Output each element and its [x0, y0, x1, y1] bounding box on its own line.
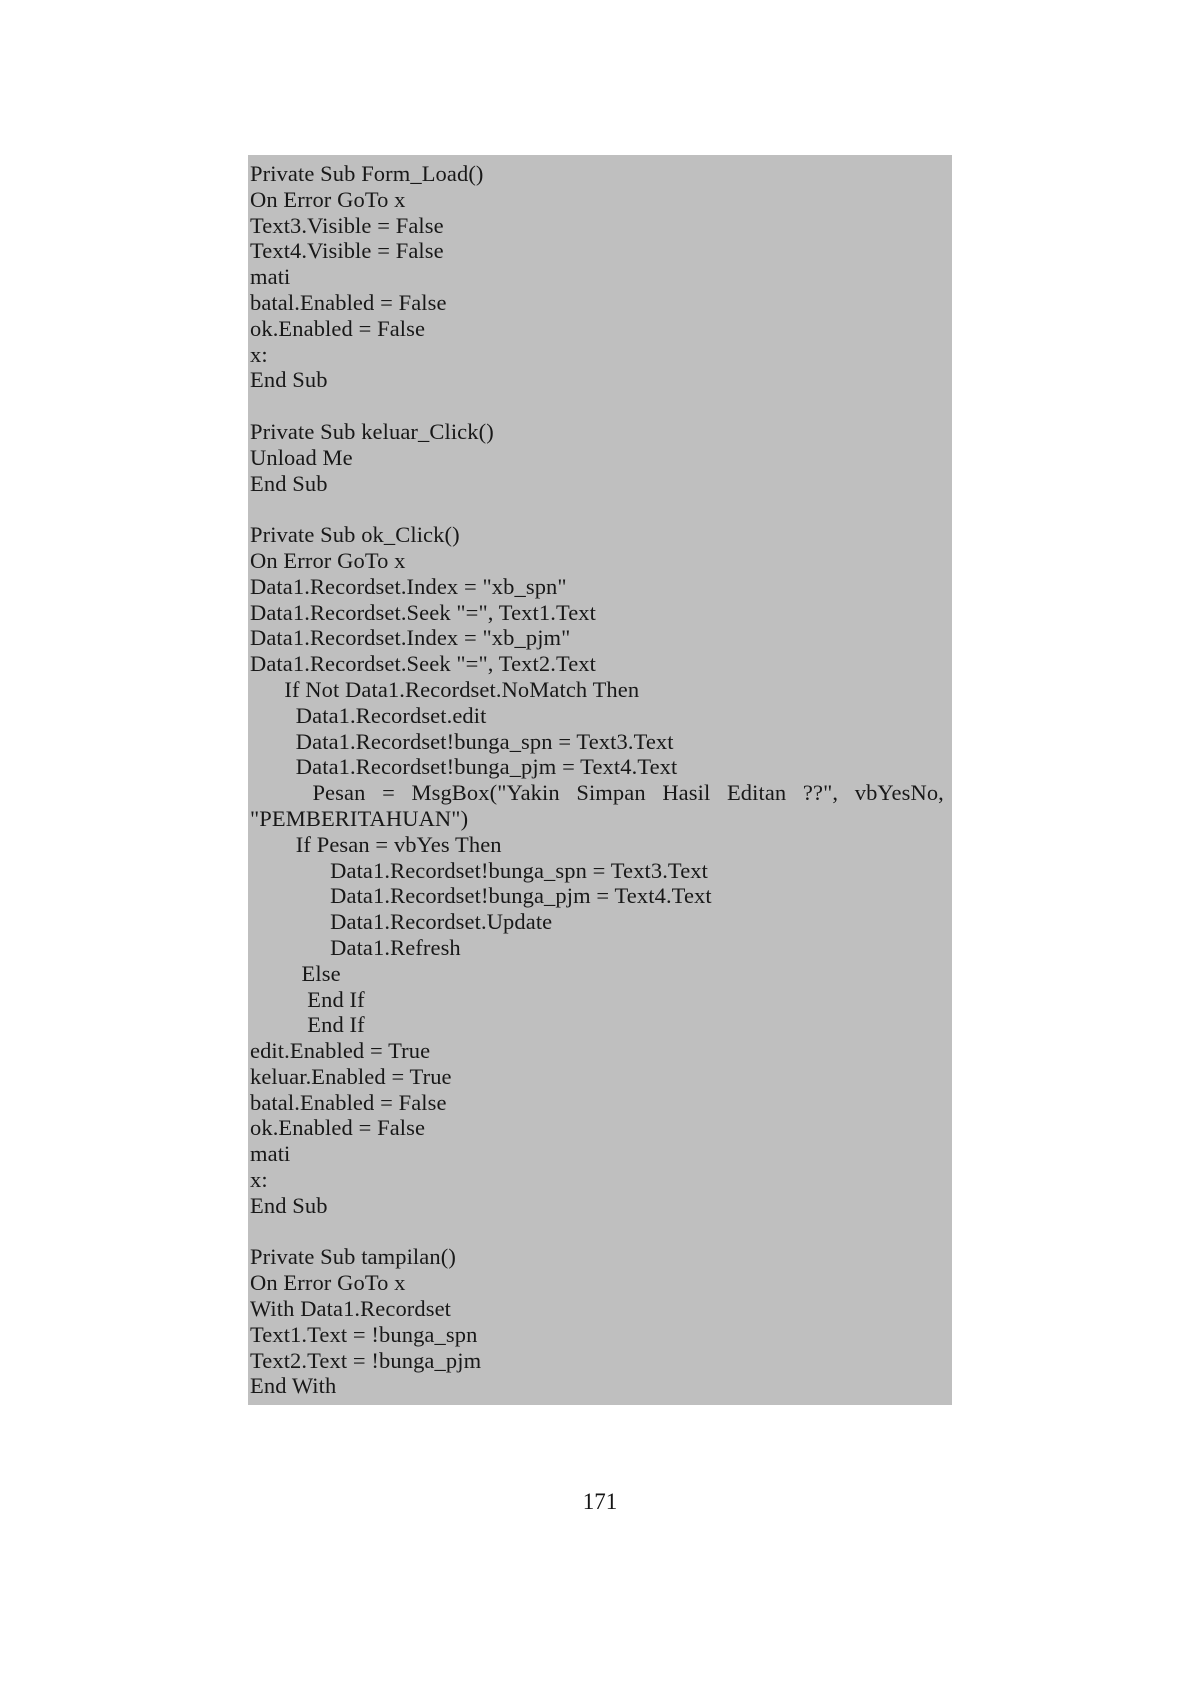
code-line: Private Sub tampilan() [250, 1244, 456, 1270]
code-line-indent [250, 780, 296, 806]
code-word: = [382, 780, 395, 806]
code-line: Data1.Recordset!bunga_spn = Text3.Text [250, 728, 674, 754]
code-line: End With [250, 1373, 337, 1399]
code-line: Text4.Visible = False [250, 238, 444, 264]
code-line: x: [250, 1167, 268, 1193]
code-line: If Pesan = vbYes Then [250, 831, 502, 857]
code-line: keluar.Enabled = True [250, 1063, 452, 1089]
code-line: Data1.Recordset!bunga_pjm = Text4.Text [250, 883, 712, 909]
code-line: Data1.Recordset!bunga_pjm = Text4.Text [250, 754, 678, 780]
code-line: On Error GoTo x [250, 186, 406, 212]
code-line: Data1.Recordset.Index = "xb_pjm" [250, 625, 571, 651]
code-line: Private Sub ok_Click() [250, 522, 460, 548]
document-page: Private Sub Form_Load() On Error GoTo x Te… [0, 0, 1200, 1697]
code-line: x: [250, 341, 268, 367]
code-line: On Error GoTo x [250, 1270, 406, 1296]
code-line: End Sub [250, 367, 328, 393]
code-line: Data1.Recordset!bunga_spn = Text3.Text [250, 857, 708, 883]
code-line: Pesan = MsgBox("Yakin Simpan Hasil Editan ??",… [248, 780, 948, 806]
code-line: Data1.Recordset.Seek "=", Text1.Text [250, 599, 596, 625]
code-line: Text2.Text = !bunga_pjm [250, 1347, 482, 1373]
code-word: Pesan [312, 780, 366, 806]
code-word: Hasil [662, 780, 711, 806]
code-line: Data1.Recordset.Update [250, 909, 553, 935]
code-line: End If [250, 986, 365, 1012]
code-line: Data1.Recordset.edit [250, 702, 487, 728]
code-line: ok.Enabled = False [250, 1115, 426, 1141]
code-line: Text3.Visible = False [250, 212, 444, 238]
code-word: Simpan [576, 780, 646, 806]
code-line: Text1.Text = !bunga_spn [250, 1321, 478, 1347]
code-word: Editan [726, 780, 787, 806]
code-line: Private Sub Form_Load() [250, 161, 484, 186]
code-line: edit.Enabled = True [250, 1038, 431, 1064]
code-line: Private Sub keluar_Click() [250, 418, 494, 444]
code-line: "PEMBERITAHUAN") [250, 805, 469, 831]
code-line: batal.Enabled = False [250, 1089, 447, 1115]
code-word: vbYesNo, [854, 780, 944, 806]
code-line: Else [250, 960, 341, 986]
code-line: End Sub [250, 470, 328, 496]
code-line: mati [250, 264, 291, 290]
code-line: End Sub [250, 1192, 328, 1218]
highlighted-code-block: Private Sub Form_Load() On Error GoTo x Te… [248, 155, 952, 1406]
page-number: 171 [582, 1489, 618, 1514]
code-lines-container: Private Sub Form_Load() On Error GoTo x Te… [248, 155, 952, 1405]
code-word: MsgBox("Yakin [411, 780, 560, 806]
code-line: If Not Data1.Recordset.NoMatch Then [250, 676, 640, 702]
code-line: Data1.Recordset.Seek "=", Text2.Text [250, 651, 596, 677]
code-word: ??", [802, 780, 839, 806]
code-line: mati [250, 1141, 291, 1167]
code-line: End If [250, 1012, 365, 1038]
code-line: On Error GoTo x [250, 547, 406, 573]
code-line: Data1.Refresh [250, 934, 461, 960]
code-line: batal.Enabled = False [250, 289, 447, 315]
code-line: Data1.Recordset.Index = "xb_spn" [250, 573, 567, 599]
code-line: ok.Enabled = False [250, 315, 426, 341]
code-line: With Data1.Recordset [250, 1296, 452, 1322]
code-line: Unload Me [250, 444, 353, 470]
